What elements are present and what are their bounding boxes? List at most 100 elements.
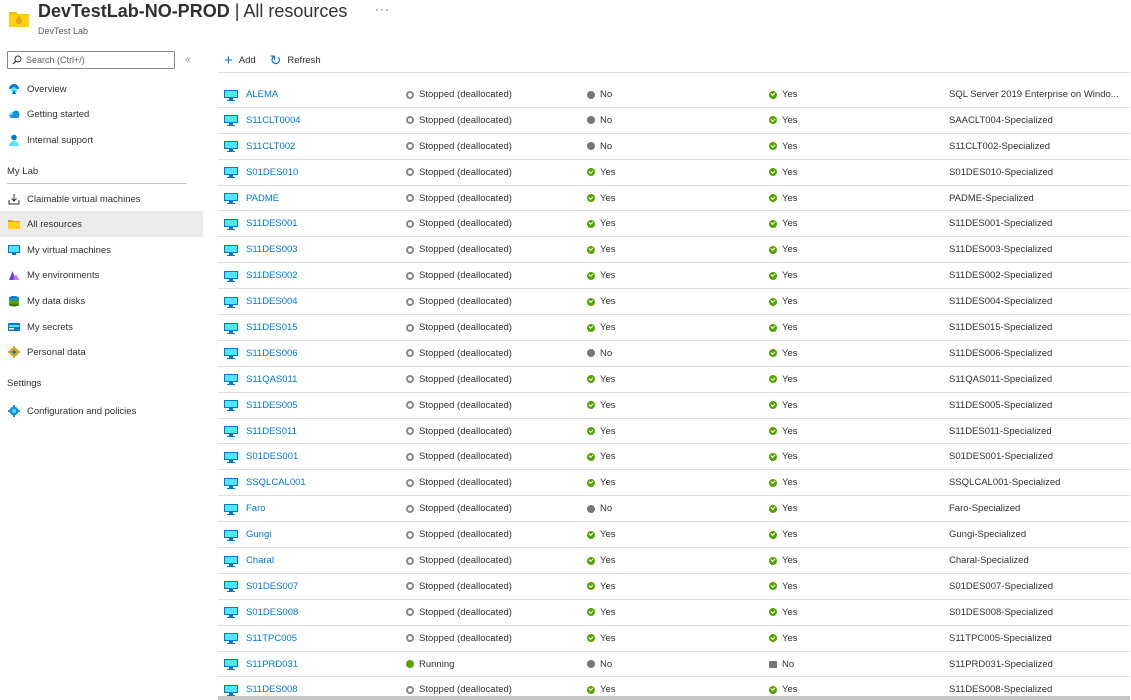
vm-name-link[interactable]: S01DES001 [246, 451, 298, 462]
vm-name-link[interactable]: PADME [246, 193, 279, 204]
table-row[interactable]: S11DES015 Stopped (deallocated) Yes Yes S11D… [218, 315, 1130, 341]
table-row[interactable]: S11DES003 Stopped (deallocated) Yes Yes S11D… [218, 237, 1130, 264]
check-icon [769, 375, 777, 384]
stopped-status-icon [406, 427, 414, 436]
vm-name-cell: PADME [224, 186, 404, 211]
vm-name-link[interactable]: SSQLCAL001 [246, 477, 306, 488]
vm-name-link[interactable]: S01DES007 [246, 581, 298, 592]
image-text: S11DES008-Specialized [949, 684, 1053, 696]
vm-icon [224, 244, 238, 256]
vm-name-link[interactable]: S11CLT0004 [246, 115, 301, 126]
sidebar-item-getting-started[interactable]: Getting started [0, 101, 203, 127]
table-row[interactable]: S01DES010 Stopped (deallocated) Yes Yes S01D… [218, 160, 1130, 186]
sidebar-item-my-data-disks[interactable]: My data disks [0, 288, 203, 314]
vm-name-link[interactable]: S11QAS011 [246, 374, 297, 385]
sidebar-item-my-environments[interactable]: My environments [0, 262, 203, 288]
toolbar-divider [218, 72, 1130, 73]
vm-icon [224, 322, 238, 334]
add-button[interactable]: + Add [224, 53, 256, 68]
vm-name-link[interactable]: S11DES006 [246, 348, 298, 359]
sidebar-item-my-virtual-machines[interactable]: My virtual machines [0, 237, 203, 263]
vm-name-link[interactable]: S11DES004 [246, 296, 298, 307]
vm-name-link[interactable]: S11DES001 [246, 218, 298, 229]
claimable-cell: No [587, 134, 757, 159]
table-row[interactable]: S11CLT002 Stopped (deallocated) No Yes S11CL… [218, 134, 1130, 160]
claimable-cell: Yes [587, 444, 757, 469]
table-row[interactable]: S11PRD031 Running No No S11PRD031-Specialize… [218, 652, 1130, 678]
image-cell: SQL Server 2019 Enterprise on Windo... [949, 82, 1125, 107]
table-row[interactable]: S11DES005 Stopped (deallocated) Yes Yes S11D… [218, 393, 1130, 419]
horizontal-scrollbar[interactable] [218, 696, 1130, 700]
table-row[interactable]: S11QAS011 Stopped (deallocated) Yes Yes S11Q… [218, 367, 1130, 393]
table-row[interactable]: S01DES007 Stopped (deallocated) Yes Yes S01D… [218, 574, 1130, 600]
vm-name-link[interactable]: S11CLT002 [246, 141, 295, 152]
image-text: S01DES007-Specialized [949, 580, 1054, 592]
autostart-text: Yes [782, 684, 798, 696]
status-cell: Stopped (deallocated) [406, 108, 576, 133]
autostart-cell: Yes [769, 600, 939, 625]
check-icon [587, 452, 595, 461]
autostart-cell: Yes [769, 134, 939, 159]
vm-name-link[interactable]: S01DES010 [246, 167, 298, 178]
claimable-text: No [600, 140, 613, 152]
table-row[interactable]: S11DES004 Stopped (deallocated) Yes Yes S11D… [218, 289, 1130, 316]
refresh-button[interactable]: ↻ Refresh [270, 53, 321, 67]
image-cell: Gungi-Specialized [949, 522, 1125, 547]
vm-name-link[interactable]: S11TPC005 [246, 633, 297, 644]
table-row[interactable]: S11CLT0004 Stopped (deallocated) No Yes SAAC… [218, 108, 1130, 134]
autostart-text: Yes [782, 296, 798, 308]
sidebar-item-personal-data[interactable]: Personal data [0, 339, 203, 365]
check-icon [769, 90, 777, 99]
table-row[interactable]: Charal Stopped (deallocated) Yes Yes Charal-… [218, 548, 1130, 574]
vm-name-link[interactable]: ALEMA [246, 89, 278, 100]
sidebar-item-internal-support[interactable]: Internal support [0, 127, 203, 153]
table-row[interactable]: S11DES011 Stopped (deallocated) Yes Yes S11D… [218, 419, 1130, 445]
check-icon [587, 427, 595, 436]
table-row[interactable]: PADME Stopped (deallocated) Yes Yes PADME-Sp… [218, 186, 1130, 212]
table-row[interactable]: S11DES006 Stopped (deallocated) No Yes S11DE… [218, 341, 1130, 367]
check-icon [769, 452, 777, 461]
sidebar-item-overview[interactable]: Overview [0, 76, 203, 102]
vm-icon [224, 503, 238, 515]
search-box[interactable] [7, 51, 175, 69]
vm-name-link[interactable]: S01DES008 [246, 607, 298, 618]
environment-icon [8, 269, 20, 281]
claimable-text: Yes [600, 529, 616, 541]
cloud-icon [8, 108, 20, 120]
vm-name-link[interactable]: Faro [246, 503, 266, 514]
autostart-cell: Yes [769, 470, 939, 495]
status-text: Stopped (deallocated) [419, 322, 512, 334]
table-row[interactable]: S01DES001 Stopped (deallocated) Yes Yes S01D… [218, 444, 1130, 471]
collapse-sidebar-button[interactable]: « [185, 54, 191, 66]
table-row[interactable]: S11DES001 Stopped (deallocated) Yes Yes S11D… [218, 211, 1130, 238]
vm-name-link[interactable]: S11DES002 [246, 270, 298, 281]
table-row[interactable]: ALEMA Stopped (deallocated) No Yes SQL Serve… [218, 82, 1130, 108]
search-input[interactable] [26, 53, 172, 67]
sidebar-item-claimable-virtual-machines[interactable]: Claimable virtual machines [0, 186, 203, 212]
table-row[interactable]: S11TPC005 Stopped (deallocated) Yes Yes S11T… [218, 626, 1130, 652]
vm-name-link[interactable]: Gungi [246, 529, 271, 540]
sidebar-item-my-secrets[interactable]: My secrets [0, 314, 203, 340]
vm-name-link[interactable]: S11DES003 [246, 244, 298, 255]
vm-name-link[interactable]: S11PRD031 [246, 659, 298, 670]
vm-name-link[interactable]: S11DES011 [246, 426, 297, 437]
table-row[interactable]: Faro Stopped (deallocated) No Yes Faro-Speci… [218, 496, 1130, 523]
vm-name-cell: S11DES006 [224, 341, 404, 366]
more-options-button[interactable]: ··· [375, 2, 390, 16]
sidebar-item-all-resources[interactable]: All resources [0, 211, 203, 237]
vm-name-link[interactable]: S11DES008 [246, 684, 298, 695]
vm-icon [224, 451, 238, 463]
vm-name-cell: S11PRD031 [224, 652, 404, 677]
table-row[interactable]: S01DES008 Stopped (deallocated) Yes Yes S01D… [218, 600, 1130, 626]
sidebar-item-configuration-and-policies[interactable]: Configuration and policies [0, 398, 203, 424]
vm-name-link[interactable]: S11DES005 [246, 400, 298, 411]
table-row[interactable]: SSQLCAL001 Stopped (deallocated) Yes Yes SSQ… [218, 470, 1130, 497]
vm-icon [8, 244, 20, 256]
status-text: Stopped (deallocated) [419, 425, 512, 437]
claimable-text: Yes [600, 296, 616, 308]
table-row[interactable]: S11DES002 Stopped (deallocated) Yes Yes S11D… [218, 263, 1130, 290]
status-cell: Stopped (deallocated) [406, 134, 576, 159]
vm-name-link[interactable]: Charal [246, 555, 274, 566]
table-row[interactable]: Gungi Stopped (deallocated) Yes Yes Gungi-Sp… [218, 522, 1130, 549]
vm-name-link[interactable]: S11DES015 [246, 322, 298, 333]
